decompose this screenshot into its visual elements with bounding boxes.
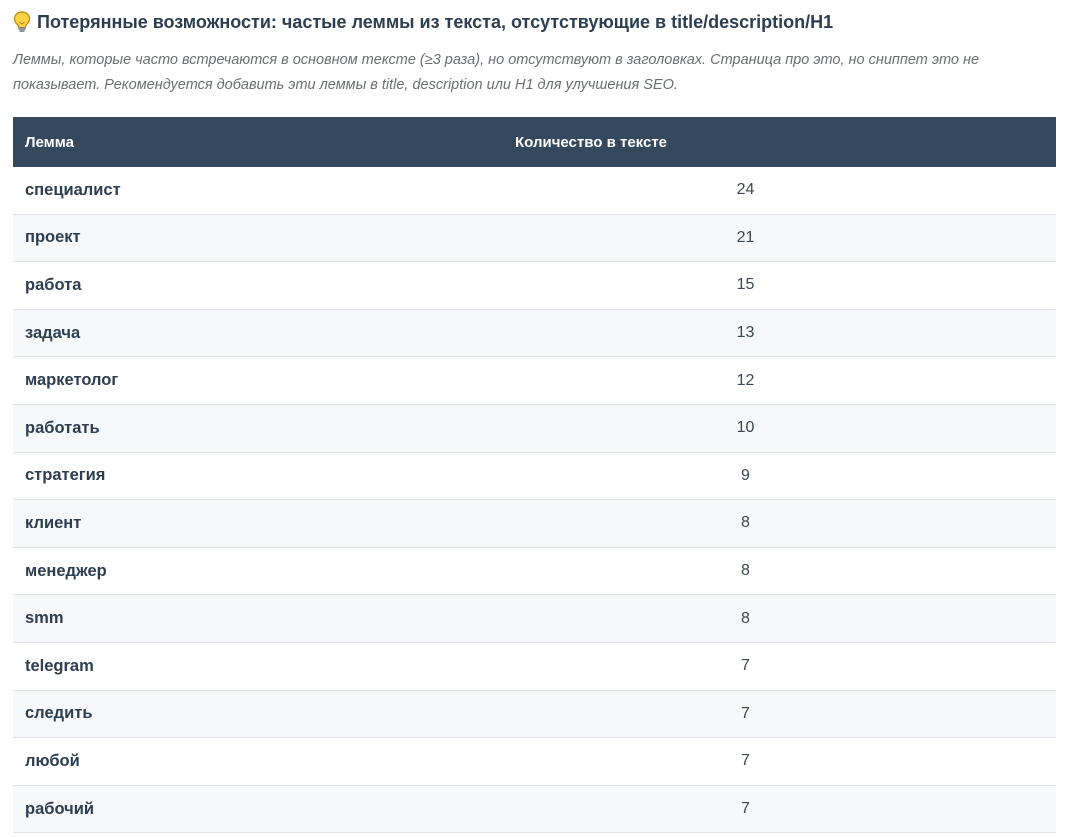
count-cell: 10 [503, 404, 1056, 453]
table-row: менеджер 8 [13, 547, 1056, 596]
count-cell: 24 [503, 167, 1056, 215]
lemma-cell: стратегия [13, 452, 503, 501]
lemma-cell: рабочий [13, 785, 503, 834]
lemma-cell: smm [13, 594, 503, 643]
table-row: проект 21 [13, 214, 1056, 263]
table-row: рабочий 7 [13, 785, 1056, 834]
table-row: специалист 24 [13, 167, 1056, 215]
table-row: работать 10 [13, 404, 1056, 453]
count-cell: 8 [503, 499, 1056, 548]
lemma-cell: работать [13, 404, 503, 453]
count-cell: 9 [503, 452, 1056, 501]
table-row: маркетолог 12 [13, 356, 1056, 405]
lemma-cell: telegram [13, 642, 503, 691]
lemma-cell: работа [13, 261, 503, 310]
table-row: smm 8 [13, 594, 1056, 643]
count-cell: 7 [503, 785, 1056, 834]
lemma-cell: проект [13, 214, 503, 263]
column-header-count: Количество в тексте [515, 133, 668, 151]
count-cell: 7 [503, 690, 1056, 739]
count-cell: 12 [503, 356, 1056, 405]
table-row: любой 7 [13, 737, 1056, 786]
lemma-cell: менеджер [13, 547, 503, 596]
lemma-cell: следить [13, 690, 503, 739]
table-row: стратегия 9 [13, 452, 1056, 501]
count-cell: 8 [503, 547, 1056, 596]
count-cell: 21 [503, 214, 1056, 263]
count-cell: 7 [503, 737, 1056, 786]
lemma-table: Лемма Количество в тексте специалист 24 … [13, 117, 1056, 834]
lemma-cell: специалист [13, 167, 503, 215]
section-description: Леммы, которые часто встречаются в основ… [13, 52, 980, 93]
count-cell: 13 [503, 309, 1056, 358]
table-row: работа 15 [13, 261, 1056, 310]
lemma-cell: маркетолог [13, 356, 503, 405]
lemma-cell: клиент [13, 499, 503, 548]
lemma-cell: любой [13, 737, 503, 786]
count-cell: 7 [503, 642, 1056, 691]
count-cell: 15 [503, 261, 1056, 310]
column-header-lemma: Лемма [25, 133, 75, 151]
count-cell: 8 [503, 594, 1056, 643]
lost-opportunities-section: Потерянные возможности: частые леммы из … [13, 0, 1056, 834]
table-row: следить 7 [13, 690, 1056, 739]
table-row: задача 13 [13, 309, 1056, 358]
table-header-row: Лемма Количество в тексте [13, 117, 1056, 167]
lightbulb-icon [13, 11, 31, 32]
lemma-cell: задача [13, 309, 503, 358]
table-row: клиент 8 [13, 499, 1056, 548]
table-row: telegram 7 [13, 642, 1056, 691]
section-title: Потерянные возможности: частые леммы из … [13, 0, 1056, 44]
section-title-text: Потерянные возможности: частые леммы из … [37, 11, 834, 32]
